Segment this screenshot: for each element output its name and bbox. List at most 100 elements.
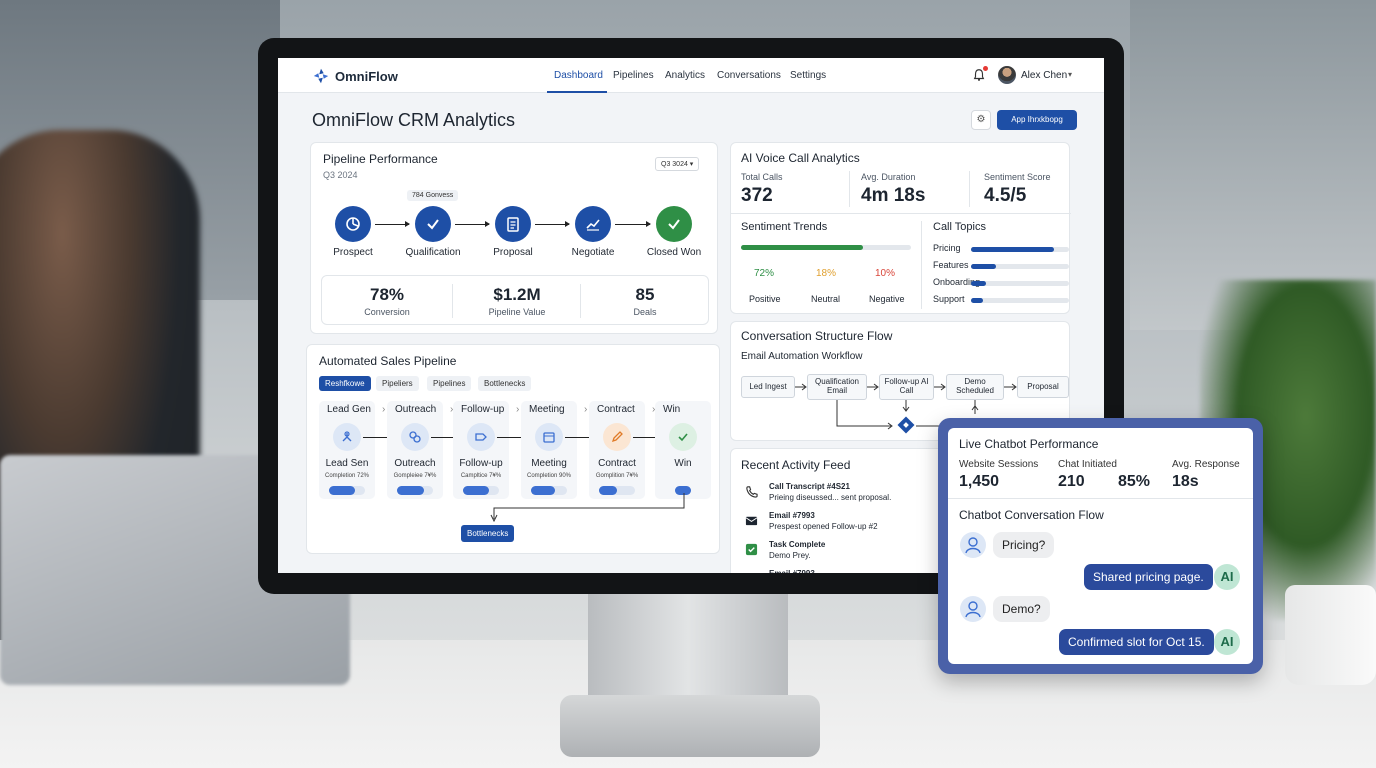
share-icon <box>401 423 429 451</box>
feed-item[interactable]: Email #7993 Prespest opened Follow-up #2 <box>769 511 878 531</box>
step-caption: Completion 72% <box>324 473 370 479</box>
section-title: Call Topics <box>933 221 986 233</box>
card-title: Recent Activity Feed <box>741 458 851 472</box>
plant-pot <box>1285 585 1376 685</box>
step-header: Follow-up <box>461 404 505 415</box>
topic-label: Support <box>933 294 965 304</box>
feed-item-title: Email #7993 <box>769 569 815 573</box>
chevron-down-icon[interactable]: ▾ <box>1068 70 1072 79</box>
topic-bar <box>971 281 1069 286</box>
step-header: Contract <box>597 404 635 415</box>
app-name: OmniFlow <box>335 68 398 84</box>
tab-reshfkowe[interactable]: Reshfkowe <box>319 376 371 391</box>
step-progress <box>463 486 499 495</box>
check-icon <box>745 543 758 556</box>
topic-bar <box>971 247 1069 252</box>
metric-value: 18s <box>1172 473 1199 490</box>
avatar[interactable] <box>998 66 1016 84</box>
section-title: Sentiment Trends <box>741 221 828 233</box>
notification-dot <box>983 66 988 71</box>
nav-dashboard[interactable]: Dashboard <box>554 70 603 81</box>
topic-bar-fill <box>971 281 986 286</box>
sentiment-pct-negative: 10% <box>875 268 896 279</box>
step-progress <box>531 486 567 495</box>
metric-value: 1,450 <box>959 473 1000 490</box>
monitor-stand <box>588 590 788 700</box>
sentiment-bar-fill <box>741 245 864 250</box>
automated-sales-pipeline-card: Automated Sales Pipeline Reshfkowe Pipel… <box>306 344 720 554</box>
step-header: Meeting <box>529 404 565 415</box>
trend-chart-icon <box>586 219 600 231</box>
stage-negotiate[interactable] <box>575 206 611 242</box>
user-icon <box>965 537 981 554</box>
stat-label: Pipeline Value <box>488 307 546 317</box>
metric-value: 85% <box>1118 473 1151 490</box>
step-label: Contract <box>598 458 636 469</box>
user-message: Pricing? <box>993 532 1055 558</box>
app-logo[interactable]: OmniFlow <box>312 67 398 85</box>
feed-item[interactable]: Call Transcript #4S21 Prieing diseussed..… <box>769 482 891 502</box>
metric-label: Avg. Duration <box>861 172 916 182</box>
step-label: Meeting <box>531 458 567 469</box>
stage-proposal[interactable] <box>495 206 531 242</box>
stage-label: Prospect <box>333 247 373 258</box>
metric-value: 372 <box>741 185 773 206</box>
stage-label: Qualification <box>405 247 461 258</box>
ai-badge: AI <box>1214 629 1240 655</box>
monitor-base <box>560 695 820 757</box>
feed-item-desc: Prespest opened Follow-up #2 <box>769 522 878 531</box>
user-message: Demo? <box>993 596 1050 622</box>
check-icon <box>669 423 697 451</box>
divider <box>452 284 453 318</box>
topic-bar-fill <box>971 264 996 269</box>
edit-icon <box>603 423 631 451</box>
nav-pipelines[interactable]: Pipelines <box>613 70 654 81</box>
flow-arrow <box>535 221 570 227</box>
metric-value: 210 <box>1058 473 1085 490</box>
step-progress <box>329 486 365 495</box>
step-caption: Campltice 7¥% <box>460 473 502 479</box>
feed-item-desc: Prieing diseussed... sent proposal. <box>769 493 892 502</box>
user-name[interactable]: Alex Chen <box>1021 70 1067 81</box>
nav-settings[interactable]: Settings <box>790 70 826 81</box>
stage-closed-won[interactable] <box>656 206 692 242</box>
top-nav: OmniFlow Dashboard Pipelines Analytics C… <box>278 58 1104 93</box>
mail-icon <box>745 516 758 526</box>
period-dropdown[interactable]: Q3 3024 ▾ <box>655 157 700 171</box>
feed-item[interactable]: Email #7993 <box>769 569 815 573</box>
step-label: Follow-up <box>459 458 503 469</box>
topic-bar <box>971 264 1069 269</box>
tab-bottlenecks[interactable]: Bottlenecks <box>478 376 532 391</box>
ai-message: Confirmed slot for Oct 15. <box>1059 629 1214 655</box>
stat-label: Deals <box>633 307 657 317</box>
metric-label: Total Calls <box>741 172 783 182</box>
stat-label: Conversion <box>364 307 410 317</box>
card-title: AI Voice Call Analytics <box>741 151 860 165</box>
bottlenecks-button[interactable]: Bottlenecks <box>461 525 515 542</box>
section-title: Chatbot Conversation Flow <box>959 508 1104 522</box>
topic-label: Features <box>933 260 969 270</box>
metric-label: Website Sessions <box>959 459 1039 470</box>
metric-value: 4m 18s <box>861 185 926 206</box>
flow-arrow <box>455 221 490 227</box>
stage-label: Negotiate <box>571 247 615 258</box>
pipeline-stats: 78% Conversion $1.2M Pipeline Value 85 D… <box>321 275 709 325</box>
nav-conversations[interactable]: Conversations <box>717 70 781 81</box>
nav-analytics[interactable]: Analytics <box>665 70 705 81</box>
feed-item-title: Email #7993 <box>769 511 815 520</box>
gear-icon[interactable]: ⚙ <box>971 110 991 130</box>
stage-label: Proposal <box>493 247 533 258</box>
stage-prospect[interactable] <box>335 206 371 242</box>
feed-item[interactable]: Task Complete Demo Prey. <box>769 540 825 560</box>
divider <box>921 221 922 309</box>
sentiment-pct-positive: 72% <box>754 268 775 279</box>
check-icon <box>427 219 439 230</box>
omniflow-logo-icon <box>313 68 329 84</box>
tab-pipeliers[interactable]: Pipeliers <box>376 376 419 391</box>
sentiment-label: Positive <box>749 294 781 304</box>
chevron-right-icon: › <box>584 404 588 415</box>
user-avatar <box>960 596 986 622</box>
app-button[interactable]: App Ihrxkbopg <box>997 110 1077 130</box>
tab-pipelines[interactable]: Pipelines <box>427 376 472 391</box>
stage-qualification[interactable] <box>415 206 451 242</box>
